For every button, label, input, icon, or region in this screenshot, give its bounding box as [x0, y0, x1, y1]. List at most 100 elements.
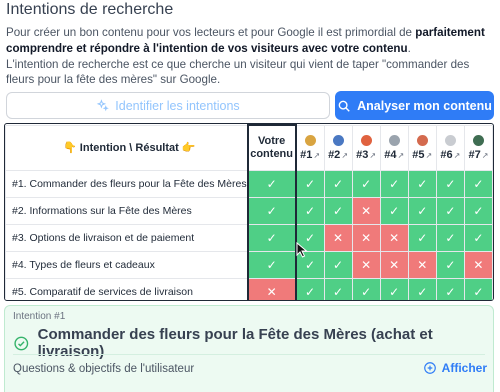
- competitor-rank: #1: [300, 148, 313, 161]
- check-icon: ✓: [333, 203, 344, 218]
- check-icon: ✓: [389, 203, 400, 218]
- intent-row-label[interactable]: #3. Options de livraison et de paiement: [5, 223, 249, 252]
- competitor-header-1[interactable]: #1↗: [295, 124, 325, 171]
- intent-number-label: Intention #1: [13, 311, 66, 322]
- matrix-corner-label: 👇 Intention \ Résultat 👉: [5, 124, 249, 171]
- site-favicon-icon: [444, 134, 456, 146]
- intent-row-label[interactable]: #1. Commander des fleurs pour la Fête de…: [5, 169, 249, 198]
- table-row: #1. Commander des fleurs pour la Fête de…: [5, 169, 493, 198]
- competitor-cell[interactable]: ✕: [323, 223, 353, 252]
- competitor-cell[interactable]: ✓: [435, 169, 465, 198]
- competitor-cell[interactable]: ✓: [323, 250, 353, 279]
- competitor-cell[interactable]: ✓: [407, 277, 437, 300]
- competitor-cell[interactable]: ✓: [435, 223, 465, 252]
- competitor-header-3[interactable]: #3↗: [351, 124, 381, 171]
- competitor-cell[interactable]: ✕: [351, 196, 381, 225]
- intent-row-label[interactable]: #4. Types de fleurs et cadeaux: [5, 250, 249, 279]
- competitor-cell[interactable]: ✓: [435, 250, 465, 279]
- site-favicon-icon: [360, 134, 372, 146]
- own-content-cell[interactable]: ✕: [246, 277, 297, 300]
- check-icon: ✓: [305, 284, 316, 299]
- check-icon: ✓: [266, 176, 277, 191]
- check-icon: ✓: [305, 176, 316, 191]
- competitor-rank: #4: [384, 148, 397, 161]
- cross-icon: ✕: [389, 230, 400, 245]
- competitor-cell[interactable]: ✓: [435, 277, 465, 300]
- table-row: #2. Informations sur la Fête des Mères ✓ ✓…: [5, 196, 493, 225]
- competitor-cell[interactable]: ✓: [435, 196, 465, 225]
- own-content-cell[interactable]: ✓: [246, 196, 297, 225]
- competitor-cell[interactable]: ✓: [407, 196, 437, 225]
- competitor-header-2[interactable]: #2↗: [323, 124, 353, 171]
- competitor-cell[interactable]: ✓: [407, 223, 437, 252]
- own-content-cell[interactable]: ✓: [246, 223, 297, 252]
- identify-intents-button[interactable]: Identifier les intentions: [6, 92, 330, 119]
- analyze-content-button[interactable]: Analyser mon contenu: [335, 91, 494, 120]
- competitor-cell[interactable]: ✕: [351, 223, 381, 252]
- check-icon: ✓: [266, 230, 277, 245]
- competitor-cell[interactable]: ✓: [407, 169, 437, 198]
- cross-icon: ✕: [266, 284, 277, 299]
- competitor-header-7[interactable]: #7↗: [463, 124, 493, 171]
- competitor-header-5[interactable]: #5↗: [407, 124, 437, 171]
- external-link-icon[interactable]: ↗: [482, 151, 489, 160]
- show-questions-button[interactable]: Afficher: [423, 361, 487, 375]
- competitor-cell[interactable]: ✓: [379, 196, 409, 225]
- check-icon: ✓: [445, 203, 456, 218]
- cross-icon: ✕: [333, 230, 344, 245]
- competitor-cell[interactable]: ✕: [463, 250, 493, 279]
- check-icon: ✓: [305, 203, 316, 218]
- competitor-cell[interactable]: ✓: [351, 277, 381, 300]
- competitor-cell[interactable]: ✓: [323, 196, 353, 225]
- cross-icon: ✕: [361, 203, 372, 218]
- intent-row-label[interactable]: #5. Comparatif de services de livraison: [5, 277, 249, 300]
- intent-matrix: 👇 Intention \ Résultat 👉 Votre contenu #…: [4, 123, 494, 301]
- competitor-cell[interactable]: ✕: [379, 223, 409, 252]
- check-icon: ✓: [389, 176, 400, 191]
- own-content-cell[interactable]: ✓: [246, 169, 297, 198]
- competitor-cell[interactable]: ✓: [463, 196, 493, 225]
- intent-card: Intention #1 Commander des fleurs pour l…: [4, 305, 494, 392]
- external-link-icon[interactable]: ↗: [454, 151, 461, 160]
- competitor-cell[interactable]: ✓: [463, 223, 493, 252]
- check-icon: ✓: [417, 230, 428, 245]
- check-icon: ✓: [417, 284, 428, 299]
- competitor-header-4[interactable]: #4↗: [379, 124, 409, 171]
- check-icon: ✓: [266, 203, 277, 218]
- competitor-cell[interactable]: ✓: [463, 169, 493, 198]
- competitor-cell[interactable]: ✓: [379, 169, 409, 198]
- external-link-icon[interactable]: ↗: [397, 151, 404, 160]
- check-icon: ✓: [445, 176, 456, 191]
- intent-row-label[interactable]: #2. Informations sur la Fête des Mères: [5, 196, 249, 225]
- external-link-icon[interactable]: ↗: [313, 151, 320, 160]
- cross-icon: ✕: [389, 257, 400, 272]
- check-icon: ✓: [361, 176, 372, 191]
- external-link-icon[interactable]: ↗: [426, 151, 433, 160]
- check-icon: ✓: [473, 284, 484, 299]
- cross-icon: ✕: [361, 257, 372, 272]
- competitor-cell[interactable]: ✓: [295, 277, 325, 300]
- competitor-cell[interactable]: ✕: [379, 250, 409, 279]
- competitor-cell[interactable]: ✓: [295, 196, 325, 225]
- check-icon: ✓: [473, 203, 484, 218]
- table-row: #3. Options de livraison et de paiement ✓…: [5, 223, 493, 252]
- competitor-cell[interactable]: ✓: [295, 169, 325, 198]
- check-icon: ✓: [333, 284, 344, 299]
- check-icon: ✓: [445, 257, 456, 272]
- cross-icon: ✕: [473, 257, 484, 272]
- external-link-icon[interactable]: ↗: [341, 151, 348, 160]
- competitor-cell[interactable]: ✓: [323, 277, 353, 300]
- external-link-icon[interactable]: ↗: [369, 151, 376, 160]
- own-content-cell[interactable]: ✓: [246, 250, 297, 279]
- competitor-cell[interactable]: ✓: [323, 169, 353, 198]
- check-icon: ✓: [266, 257, 277, 272]
- competitor-cell[interactable]: ✕: [351, 250, 381, 279]
- section-title: Intentions de recherche: [6, 1, 174, 18]
- competitor-cell[interactable]: ✓: [379, 277, 409, 300]
- competitor-header-6[interactable]: #6↗: [435, 124, 465, 171]
- check-icon: ✓: [473, 230, 484, 245]
- competitor-cell[interactable]: ✕: [407, 250, 437, 279]
- competitor-cell[interactable]: ✓: [351, 169, 381, 198]
- competitor-cell[interactable]: ✓: [463, 277, 493, 300]
- mouse-cursor-icon: [296, 242, 308, 258]
